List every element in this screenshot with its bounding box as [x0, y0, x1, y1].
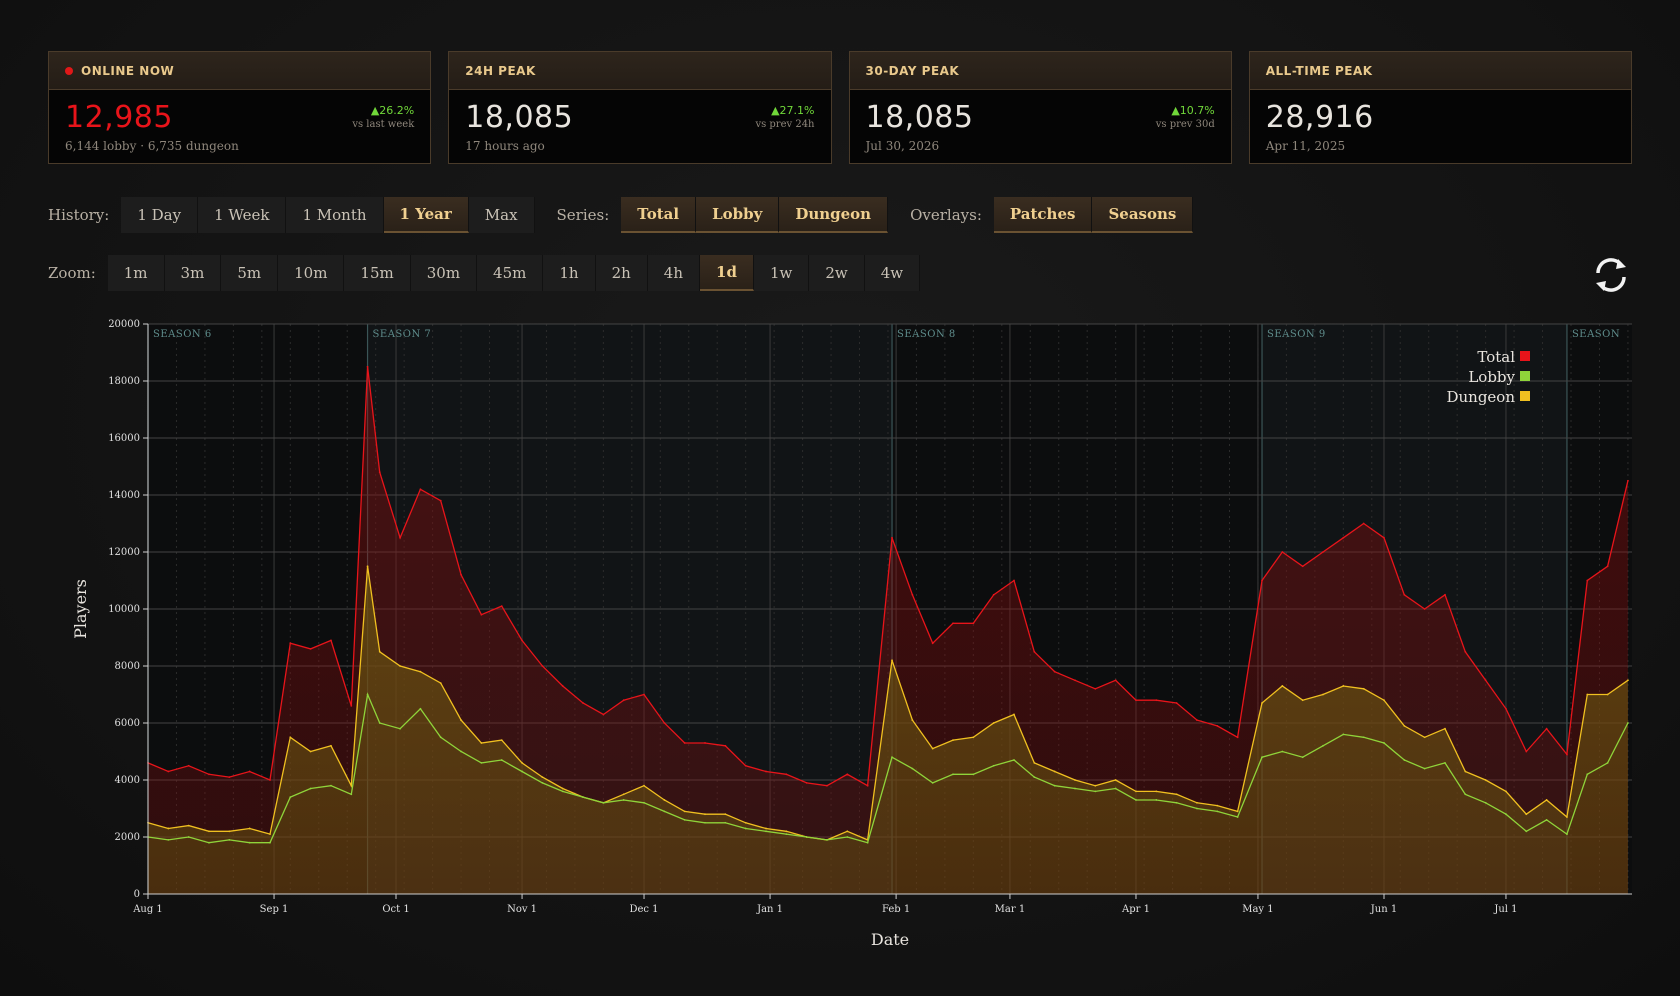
zoom-button[interactable]: 2h [595, 255, 648, 291]
stat-value: 28,916 [1265, 100, 1374, 135]
overlay-group: Patches Seasons [993, 197, 1194, 233]
zoom-button[interactable]: 5m [221, 255, 279, 291]
series-button[interactable]: Lobby [696, 197, 780, 233]
zoom-button[interactable]: 4h [647, 255, 701, 291]
overlay-button[interactable]: Seasons [1092, 197, 1194, 233]
stat-card: 24H PEAK 18,085 17 hours ago ▲27.1% vs prev … [448, 51, 832, 164]
stat-card-title: 30-DAY PEAK [849, 52, 1231, 90]
control-label: History: [48, 206, 110, 224]
history-button[interactable]: 1 Day [121, 197, 199, 233]
zoom-button[interactable]: 2w [809, 255, 865, 291]
stat-card: ALL-TIME PEAK 28,916 Apr 11, 2025 [1248, 51, 1632, 164]
stat-card-title: 24H PEAK [449, 52, 831, 90]
stat-subtext: 6,144 lobby · 6,735 dungeon [65, 139, 239, 153]
stat-card: 30-DAY PEAK 18,085 Jul 30, 2026 ▲10.7% vs pr… [848, 51, 1232, 164]
zoom-group: 1m 3m 5m 10m 15m 30m 45m 1h 2h 4h 1d 1w 2w 4w [107, 255, 921, 291]
control-row-history: History: 1 Day 1 Week 1 Month 1 Year Max Serie… [48, 197, 1194, 233]
series-group: Total Lobby Dungeon [621, 197, 889, 233]
zoom-button[interactable]: 30m [410, 255, 478, 291]
history-button[interactable]: 1 Year [383, 197, 469, 233]
zoom-button[interactable]: 4w [864, 255, 921, 291]
control-row-zoom: Zoom: 1m 3m 5m 10m 15m 30m 45m 1h 2h 4h 1d 1w 2w 4w [48, 255, 921, 291]
stat-delta-caption: vs prev 24h [755, 119, 815, 130]
stat-delta-value: ▲27.1% [771, 104, 815, 117]
zoom-button[interactable]: 1d [700, 255, 754, 291]
stat-card-body: 28,916 Apr 11, 2025 [1250, 90, 1631, 163]
zoom-button[interactable]: 1m [107, 255, 165, 291]
control-label: Overlays: [910, 206, 982, 224]
stat-subtext: Jul 30, 2026 [865, 139, 940, 153]
history-button[interactable]: 1 Week [198, 197, 287, 233]
history-group: 1 Day 1 Week 1 Month 1 Year Max [121, 197, 535, 233]
stat-delta: ▲10.7% vs prev 30d [1156, 104, 1215, 130]
stat-subtext: Apr 11, 2025 [1265, 139, 1346, 153]
stat-card-title: ALL-TIME PEAK [1249, 52, 1631, 90]
zoom-button[interactable]: 1w [753, 255, 810, 291]
stat-title-text: 30-DAY PEAK [865, 63, 960, 78]
stat-delta-value: ▲10.7% [1171, 104, 1215, 117]
stat-card-body: 18,085 17 hours ago ▲27.1% vs prev 24h [449, 90, 830, 163]
control-label: Series: [556, 206, 610, 224]
live-dot-icon [65, 66, 73, 75]
stat-card-title: ONLINE NOW [49, 52, 431, 90]
zoom-button[interactable]: 3m [164, 255, 222, 291]
refresh-icon[interactable] [1590, 254, 1632, 296]
stat-card: ONLINE NOW 12,985 6,144 lobby · 6,735 dung… [48, 51, 432, 164]
stat-delta: ▲27.1% vs prev 24h [755, 104, 814, 130]
stat-delta-value: ▲26.2% [370, 104, 415, 117]
stat-cards: ONLINE NOW 12,985 6,144 lobby · 6,735 dung… [48, 51, 1632, 164]
series-button[interactable]: Dungeon [779, 197, 889, 233]
zoom-button[interactable]: 10m [278, 255, 345, 291]
stat-delta: ▲26.2% vs last week [352, 104, 414, 130]
zoom-button[interactable]: 45m [477, 255, 544, 291]
overlay-button[interactable]: Patches [993, 197, 1093, 233]
stat-card-body: 12,985 6,144 lobby · 6,735 dungeon ▲26.2% v… [49, 90, 430, 163]
zoom-button[interactable]: 15m [344, 255, 411, 291]
stat-delta-caption: vs last week [352, 119, 415, 130]
stat-delta-caption: vs prev 30d [1155, 119, 1215, 130]
stat-title-text: ALL-TIME PEAK [1265, 63, 1373, 78]
control-label: Zoom: [48, 264, 96, 282]
history-button[interactable]: Max [468, 197, 535, 233]
stat-title-text: ONLINE NOW [81, 63, 175, 78]
zoom-button[interactable]: 1h [543, 255, 596, 291]
stat-subtext: 17 hours ago [465, 139, 545, 153]
series-button[interactable]: Total [621, 197, 697, 233]
stat-title-text: 24H PEAK [465, 63, 536, 78]
history-button[interactable]: 1 Month [286, 197, 384, 233]
stat-card-body: 18,085 Jul 30, 2026 ▲10.7% vs prev 30d [850, 90, 1231, 163]
